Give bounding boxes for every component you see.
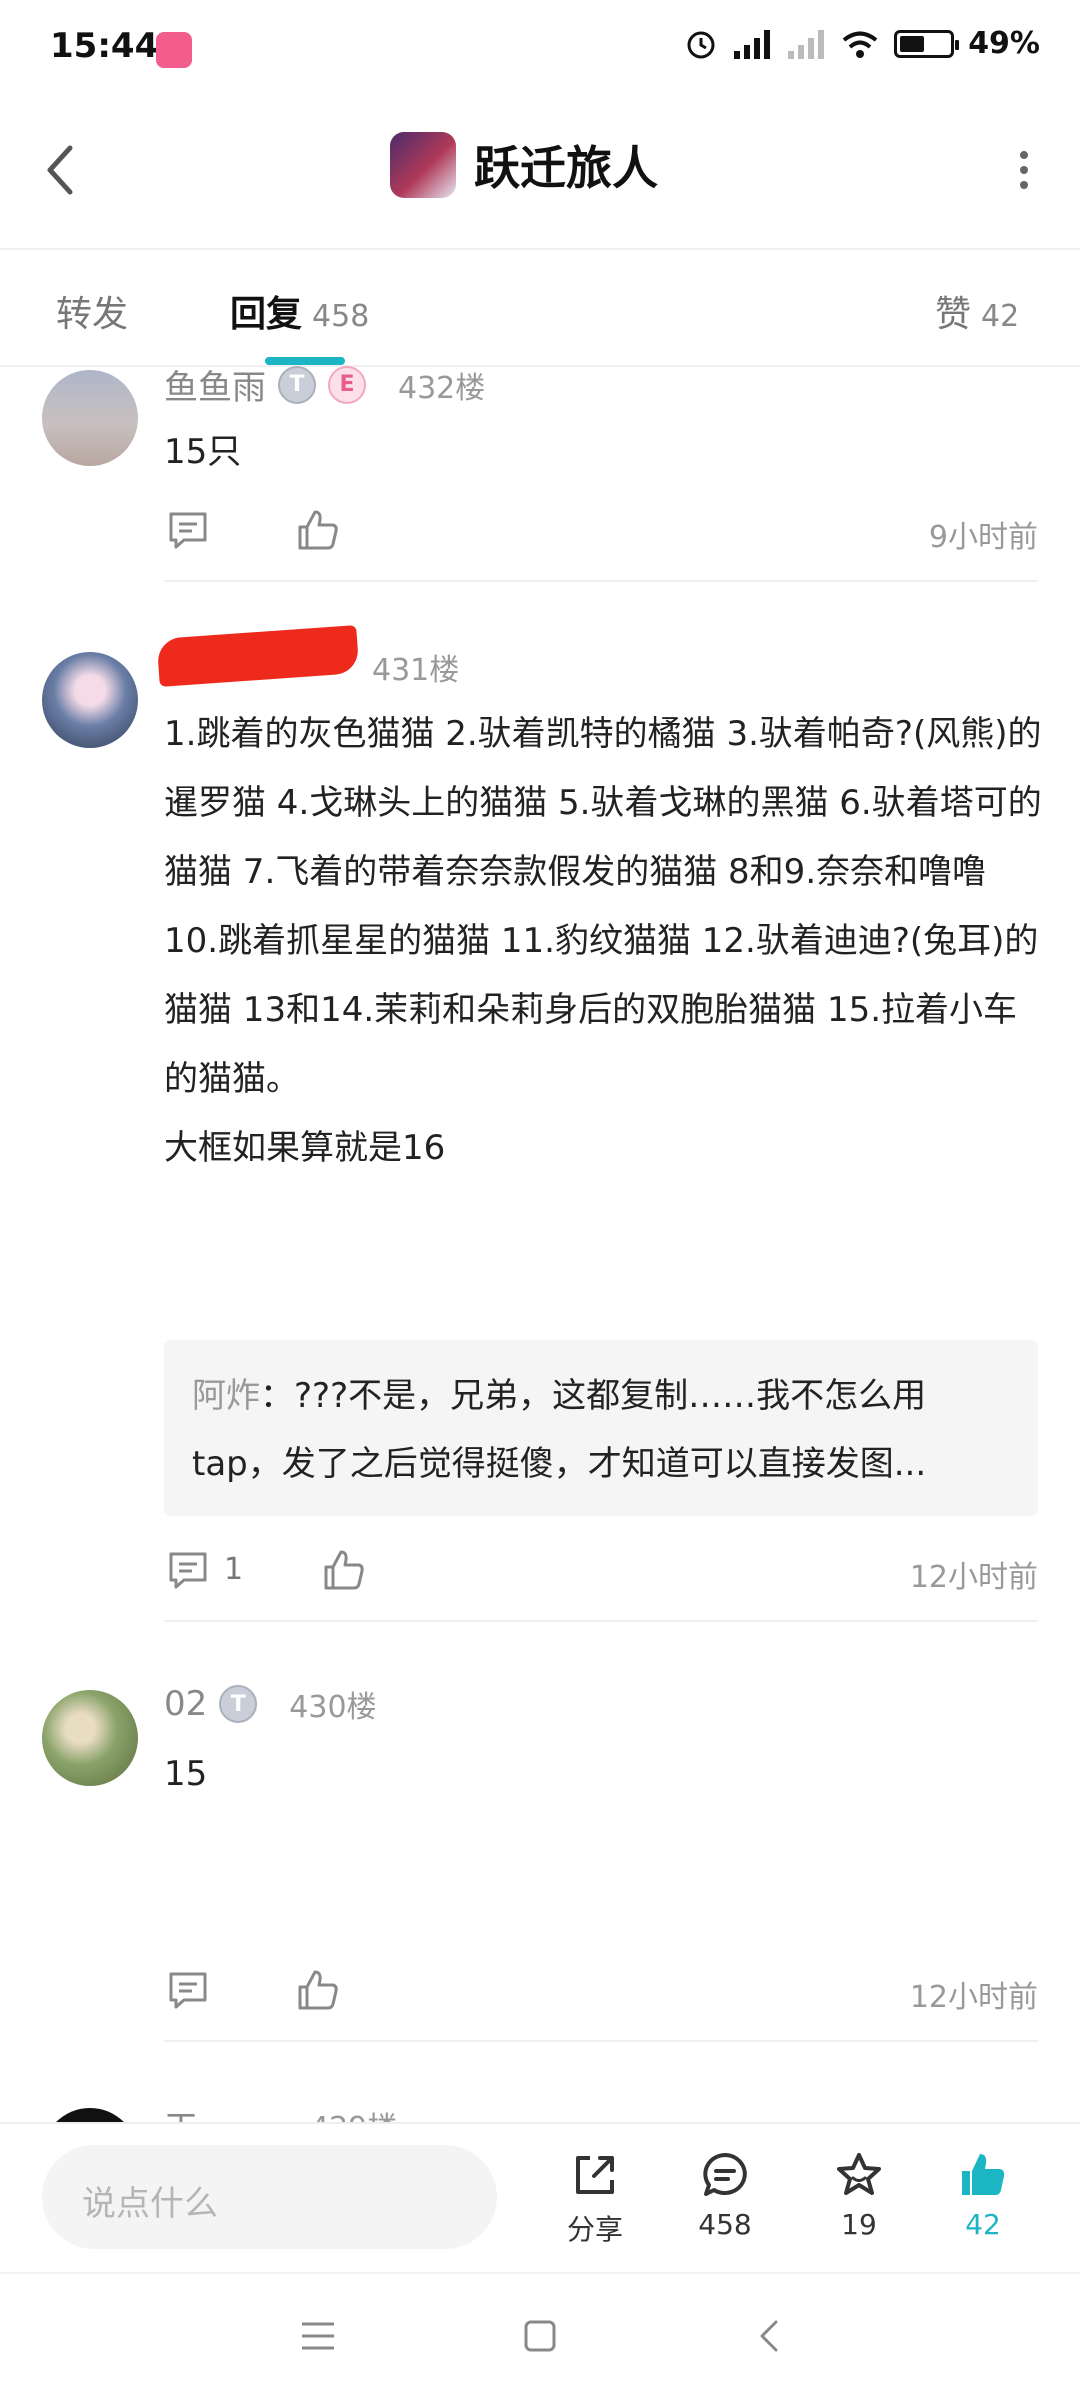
tab-replies-label: 回复 <box>230 294 303 335</box>
share-label: 分享 <box>566 2213 623 2246</box>
like-count: 42 <box>965 2208 1001 2241</box>
comment-time: 9小时前 <box>928 520 1038 555</box>
comment-divider <box>164 2040 1038 2042</box>
redaction-mark <box>156 625 360 687</box>
tab-likes[interactable]: 赞 42 <box>935 285 1019 337</box>
like-button[interactable]: 42 <box>938 2150 1028 2241</box>
like-icon[interactable] <box>322 1548 366 1592</box>
level-badge: T <box>278 365 316 404</box>
back-icon[interactable] <box>750 2316 790 2356</box>
comment-divider <box>164 580 1038 582</box>
tab-replies[interactable]: 回复 458 <box>230 285 369 337</box>
tab-likes-label: 赞 <box>935 294 972 335</box>
header-divider <box>0 248 1080 250</box>
alarm-icon <box>687 31 715 58</box>
bilibili-app-icon <box>156 32 192 68</box>
username[interactable]: 鱼鱼雨 <box>164 360 266 409</box>
username[interactable]: 02 <box>164 1684 207 1724</box>
comment-text-extra: 大框如果算就是16 <box>164 1128 446 1168</box>
floor-number: 430楼 <box>289 1690 377 1725</box>
comment-header: 02 T 430楼 <box>164 1682 377 1726</box>
comment-time: 12小时前 <box>909 1980 1038 2015</box>
game-icon <box>390 132 456 198</box>
battery-icon <box>894 29 960 58</box>
tab-repost[interactable]: 转发 <box>56 285 128 337</box>
comment-text[interactable]: 15只 <box>164 418 241 487</box>
avatar[interactable] <box>42 1690 138 1786</box>
quote-text: ???不是，兄弟，这都复制……我不怎么用tap，发了之后觉得挺傻，才知道可以直接… <box>192 1376 927 1484</box>
battery-percent: 49% <box>968 26 1040 61</box>
signal-off-icon <box>788 29 825 59</box>
comment-icon <box>703 2153 747 2196</box>
star-icon <box>837 2153 881 2195</box>
reply-icon[interactable] <box>166 508 210 552</box>
comment-divider <box>164 1620 1038 1622</box>
comment-header: 鱼鱼雨 T E 432楼 <box>164 360 485 409</box>
tab-replies-count: 458 <box>312 299 370 334</box>
reply-count: 1 <box>224 1552 244 1587</box>
comment-time: 12小时前 <box>909 1560 1038 1595</box>
like-filled-icon <box>962 2154 1005 2195</box>
comment-text-main: 1.跳着的灰色猫猫 2.驮着凯特的橘猫 3.驮着帕奇?(风熊)的暹罗猫 4.戈琳… <box>164 714 1042 1099</box>
status-time: 15:44 <box>50 26 159 66</box>
quoted-reply[interactable]: 阿炸：???不是，兄弟，这都复制……我不怎么用tap，发了之后觉得挺傻，才知道可… <box>164 1340 1038 1516</box>
tab-likes-count: 42 <box>981 299 1020 334</box>
tabs-divider <box>0 365 1080 367</box>
page-title: 跃迁旅人 <box>474 141 658 195</box>
back-arrow-icon[interactable] <box>40 140 80 200</box>
avatar[interactable] <box>42 370 138 466</box>
wifi-icon <box>842 31 878 58</box>
avatar[interactable] <box>42 652 138 748</box>
comment-input-placeholder: 说点什么 <box>82 2184 218 2224</box>
like-icon[interactable] <box>296 508 340 552</box>
extra-badge: E <box>328 365 366 404</box>
comment-text[interactable]: 1.跳着的灰色猫猫 2.驮着凯特的橘猫 3.驮着帕奇?(风熊)的暹罗猫 4.戈琳… <box>164 700 1044 1183</box>
comment-text[interactable]: 15 <box>164 1740 207 1809</box>
quote-separator: ： <box>260 1376 294 1416</box>
comment-count: 458 <box>698 2208 752 2241</box>
menu-icon[interactable] <box>298 2316 338 2356</box>
signal-icon <box>734 29 771 59</box>
level-badge: T <box>219 1685 258 1723</box>
favorite-button[interactable]: 19 <box>814 2150 904 2241</box>
share-icon <box>576 2156 614 2194</box>
tab-repost-label: 转发 <box>56 294 129 335</box>
more-options-icon[interactable] <box>1018 150 1030 190</box>
home-icon[interactable] <box>520 2316 560 2356</box>
favorite-count: 19 <box>841 2208 877 2241</box>
reply-icon[interactable] <box>166 1548 210 1592</box>
comments-button[interactable]: 458 <box>680 2150 770 2241</box>
quote-author[interactable]: 阿炸 <box>192 1376 260 1416</box>
status-icons: 49% <box>684 26 1040 61</box>
like-icon[interactable] <box>296 1968 340 2012</box>
reply-icon[interactable] <box>166 1968 210 2012</box>
floor-number: 431楼 <box>372 653 460 688</box>
share-button[interactable]: 分享 <box>550 2150 640 2248</box>
page-title-group[interactable]: 跃迁旅人 <box>390 132 658 198</box>
floor-number: 432楼 <box>398 370 486 406</box>
